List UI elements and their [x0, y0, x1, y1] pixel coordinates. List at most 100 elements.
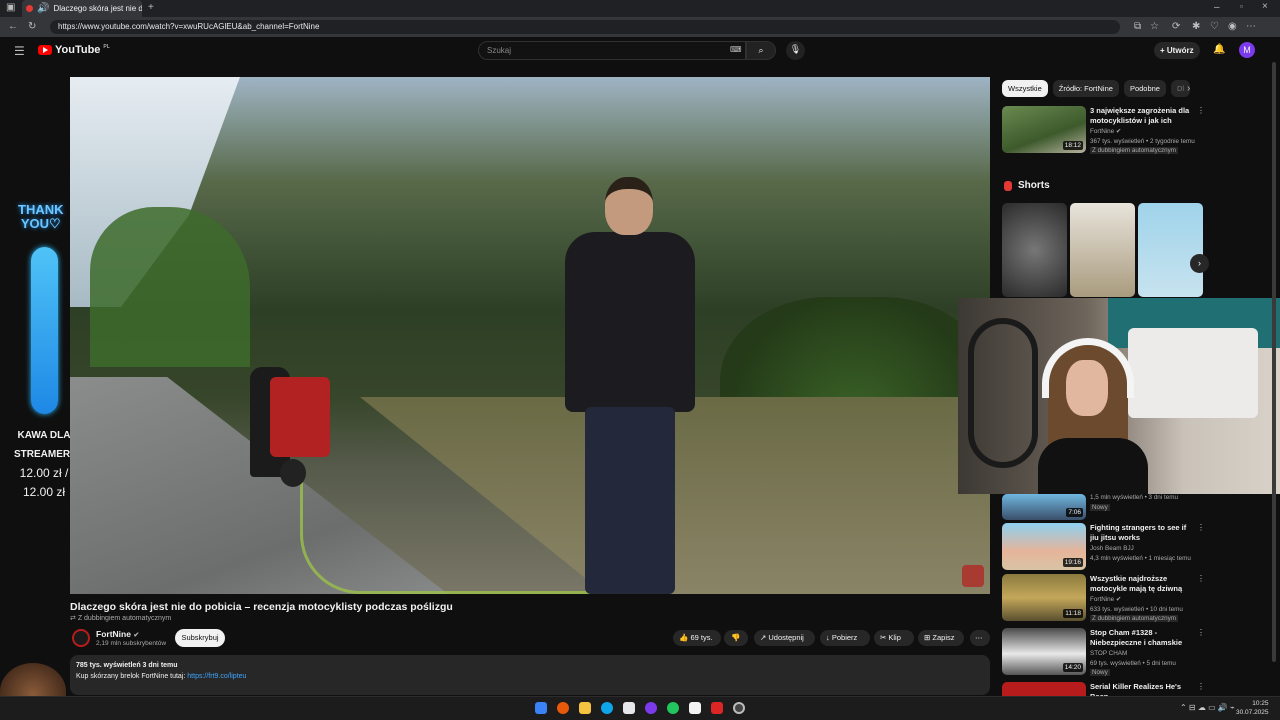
more-actions-button[interactable]: ⋯: [970, 630, 990, 646]
save-button[interactable]: ⊞ Zapisz: [918, 630, 964, 646]
video-motorcycle: [240, 367, 350, 487]
video-thumbnail: 18:12: [1002, 106, 1086, 153]
page-scrollbar[interactable]: [1271, 48, 1277, 688]
translate-icon[interactable]: ⧉: [1134, 22, 1141, 32]
share-button[interactable]: ↗ Udostępnij: [754, 630, 815, 646]
back-icon[interactable]: ←: [8, 22, 18, 32]
streamer-webcam: [958, 298, 1280, 494]
rec-menu-icon[interactable]: ⋮: [1197, 574, 1205, 583]
edge-icon[interactable]: [601, 702, 613, 714]
shorts-next-button[interactable]: ›: [1190, 254, 1209, 273]
video-title: Dlaczego skóra jest nie do pobicia – rec…: [70, 601, 453, 613]
notifications-bell-icon[interactable]: 🔔: [1213, 44, 1225, 55]
more-menu-icon[interactable]: ⋯: [1246, 22, 1256, 32]
video-thumbnail: 14:20: [1002, 628, 1086, 675]
address-bar[interactable]: https://www.youtube.com/watch?v=xwuRUcAG…: [50, 20, 1120, 34]
chips-next-icon[interactable]: ›: [1187, 84, 1190, 94]
file-explorer-icon[interactable]: [579, 702, 591, 714]
subscribe-button[interactable]: Subskrybuj: [175, 629, 225, 647]
chip-similar[interactable]: Podobne: [1123, 80, 1166, 97]
download-button[interactable]: ↓ Pobierz: [820, 630, 870, 646]
recorder-icon[interactable]: [711, 702, 723, 714]
rec-meta: 1,5 mln wyświetleń • 3 dni temu: [1090, 494, 1178, 501]
rec-title: Fighting strangers to see if jiu jitsu w…: [1090, 523, 1187, 542]
video-player[interactable]: [70, 77, 990, 594]
recommended-video[interactable]: 7:06 1,5 mln wyświetleń • 3 dni temu Now…: [1002, 494, 1202, 520]
tab-title: Dlaczego skóra jest nie do p: [53, 4, 142, 13]
recommended-video[interactable]: 18:12 3 największe zagrożenia dla motocy…: [1002, 106, 1205, 154]
voice-search-button[interactable]: 🎙: [786, 41, 805, 60]
channel-name[interactable]: FortNine ✔: [96, 629, 139, 639]
minimize-icon[interactable]: –: [1214, 3, 1220, 13]
video-watermark-icon: [962, 565, 984, 587]
extension-icon[interactable]: ⟳: [1172, 22, 1180, 32]
window-menu-icon[interactable]: ▣: [6, 3, 15, 13]
favorites-icon[interactable]: ♡: [1210, 22, 1219, 32]
recommended-video[interactable]: 11:18 Wszystkie najdroższe motocykle maj…: [1002, 574, 1205, 622]
reload-icon[interactable]: ↻: [28, 22, 36, 32]
chip-source[interactable]: Źródło: FortNine: [1052, 80, 1119, 97]
kawa-line2: STREAMERKI: [14, 449, 81, 460]
rec-new-badge: Nowy: [1090, 504, 1110, 511]
obs-icon[interactable]: [733, 702, 745, 714]
keyboard-icon[interactable]: ⌨: [730, 46, 742, 54]
close-window-icon[interactable]: ×: [1262, 2, 1268, 12]
clip-button[interactable]: ✂ Klip: [874, 630, 914, 646]
rec-menu-icon[interactable]: ⋮: [1197, 628, 1205, 637]
channel-avatar[interactable]: [72, 629, 90, 647]
recommended-video[interactable]: 19:16 Fighting strangers to see if jiu j…: [1002, 523, 1205, 571]
search-button[interactable]: ⌕: [746, 41, 776, 60]
notes-icon[interactable]: [689, 702, 701, 714]
avatar[interactable]: M: [1239, 42, 1255, 58]
recommended-video[interactable]: Serial Killer Realizes He's Been ⋮: [1002, 682, 1202, 696]
description-link[interactable]: https://frt9.co/lipteu: [187, 673, 246, 680]
maximize-icon[interactable]: ▫: [1240, 3, 1243, 11]
short-thumbnail[interactable]: [1002, 203, 1067, 297]
rec-channel: FortNine ✔: [1090, 128, 1122, 135]
rec-menu-icon[interactable]: ⋮: [1197, 682, 1202, 691]
like-button[interactable]: 👍 69 tys.: [673, 630, 721, 646]
store-icon[interactable]: [623, 702, 635, 714]
new-tab-icon[interactable]: +: [148, 3, 154, 13]
spotify-icon[interactable]: [667, 702, 679, 714]
video-thumbnail: [1002, 682, 1086, 696]
firefox-icon[interactable]: [557, 702, 569, 714]
screen: ▣ 🔊 Dlaczego skóra jest nie do p × + – ▫…: [0, 0, 1280, 720]
filter-chips: Wszystkie Źródło: FortNine Podobne Dl: [1002, 80, 1192, 97]
discord-icon[interactable]: [645, 702, 657, 714]
recommended-video[interactable]: 14:20 Stop Cham #1328 - Niebezpieczne i …: [1002, 628, 1205, 676]
audio-icon: 🔊: [37, 2, 50, 14]
subscriber-count: 2,19 mln subskrybentów: [96, 640, 167, 647]
rec-channel: Josh Beam BJJ: [1090, 545, 1134, 552]
youtube-play-icon: [38, 45, 52, 55]
start-icon[interactable]: [535, 702, 547, 714]
dislike-button[interactable]: 👎: [724, 630, 748, 646]
system-tray[interactable]: ⌃ ⊟ ☁ ▭ 🔊 ⌁: [1180, 703, 1235, 712]
rec-menu-icon[interactable]: ⋮: [1197, 106, 1205, 115]
bookmark-star-icon[interactable]: ☆: [1150, 22, 1159, 32]
search-input[interactable]: Szukaj: [478, 41, 746, 60]
taskbar-clock[interactable]: 10:25 30.07.2025: [1236, 699, 1269, 717]
rec-menu-icon[interactable]: ⋮: [1197, 523, 1205, 532]
share-icon: ↗: [760, 633, 767, 642]
donation-goal-text: KAWA DLA STREAMERKI 12.00 zł / 12.00 zł: [14, 426, 81, 502]
puzzle-icon[interactable]: ✱: [1192, 22, 1200, 32]
short-thumbnail[interactable]: [1070, 203, 1135, 297]
profile-icon[interactable]: ◉: [1228, 22, 1237, 32]
create-button[interactable]: + Utwórz: [1154, 42, 1200, 59]
browser-tab[interactable]: 🔊 Dlaczego skóra jest nie do p ×: [22, 0, 142, 17]
you-line: YOU♡: [20, 216, 61, 231]
youtube-logo[interactable]: YouTube PL: [38, 44, 110, 56]
thumbs-down-icon: 👎: [731, 633, 741, 642]
video-description[interactable]: 785 tys. wyświetleń 3 dni temu Kup skórz…: [70, 655, 990, 695]
rec-meta: 367 tys. wyświetleń • 2 tygodnie temu: [1090, 138, 1195, 145]
create-label: Utwórz: [1166, 46, 1194, 55]
chip-all[interactable]: Wszystkie: [1002, 80, 1048, 97]
short-thumbnail[interactable]: [1138, 203, 1203, 297]
logo-text: YouTube: [55, 44, 101, 56]
rec-dub-badge: Z dubbingiem automatycznym: [1090, 147, 1178, 154]
rec-title: Wszystkie najdroższe motocykle mają tę d…: [1090, 574, 1183, 593]
more-icon: ⋯: [975, 633, 983, 642]
thank-you-overlay: THANK YOU♡: [18, 203, 64, 231]
hamburger-menu-icon[interactable]: ☰: [14, 45, 25, 57]
